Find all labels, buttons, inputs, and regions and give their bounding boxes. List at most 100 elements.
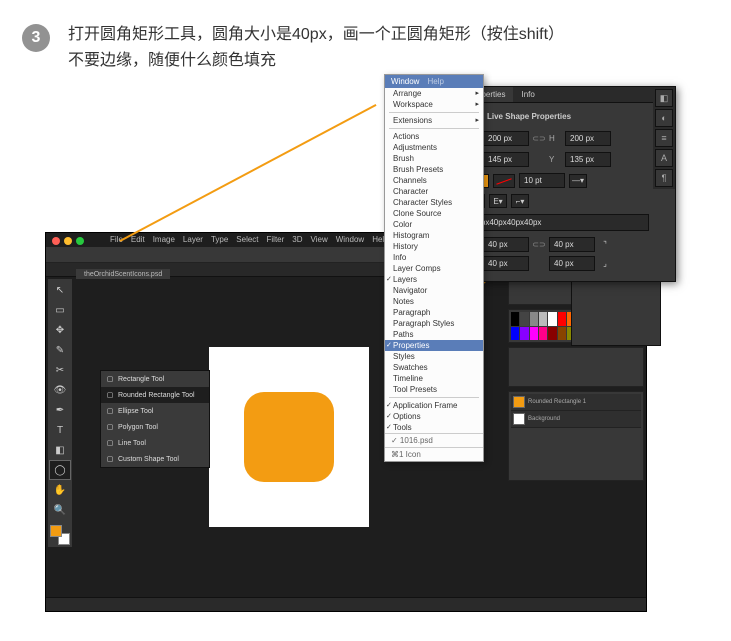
corner-tl-input[interactable]: 40 px bbox=[483, 237, 529, 252]
layers-panel[interactable]: Rounded Rectangle 1 Background bbox=[508, 391, 644, 481]
properties-mini-panel[interactable] bbox=[571, 276, 661, 346]
link-icon[interactable]: ⊂⊃ bbox=[533, 133, 545, 145]
menu-3d[interactable]: 3D bbox=[292, 235, 302, 245]
window-menu-item[interactable]: Notes bbox=[385, 296, 483, 307]
window-doc-item[interactable]: ✓ 1016.psd bbox=[391, 436, 433, 445]
window-menu-item[interactable]: Layer Comps bbox=[385, 263, 483, 274]
join-button[interactable]: ⌐▾ bbox=[511, 194, 529, 208]
zoom-icon[interactable] bbox=[76, 237, 84, 245]
layer-row[interactable]: Background bbox=[511, 411, 641, 428]
window-menu-item[interactable]: Paragraph Styles bbox=[385, 318, 483, 329]
window-controls[interactable] bbox=[52, 237, 84, 245]
flyout-item[interactable]: ▢Rectangle Tool bbox=[101, 371, 209, 387]
panel-icon[interactable]: ◧ bbox=[655, 89, 673, 107]
flyout-item[interactable]: ▢Ellipse Tool bbox=[101, 403, 209, 419]
minimize-icon[interactable] bbox=[64, 237, 72, 245]
x-input[interactable]: 145 px bbox=[483, 152, 529, 167]
tool-button[interactable]: ✎ bbox=[50, 341, 70, 359]
menu-type[interactable]: Type bbox=[211, 235, 228, 245]
stroke-width-input[interactable]: 10 pt bbox=[519, 173, 565, 188]
window-menu-item[interactable]: Channels bbox=[385, 175, 483, 186]
swatch[interactable] bbox=[511, 312, 519, 326]
window-menu-item[interactable]: Character bbox=[385, 186, 483, 197]
width-input[interactable]: 200 px bbox=[483, 131, 529, 146]
window-menu-item[interactable]: Extensions bbox=[385, 115, 483, 126]
window-menu-item[interactable]: Timeline bbox=[385, 373, 483, 384]
swatch[interactable] bbox=[539, 327, 547, 341]
tool-button[interactable]: ◯ bbox=[50, 461, 70, 479]
window-menu-item[interactable]: Tools bbox=[385, 422, 483, 433]
window-doc-item[interactable]: ⌘1 Icon bbox=[391, 450, 421, 459]
stroke-swatch[interactable] bbox=[493, 174, 515, 188]
tool-button[interactable]: ◧ bbox=[50, 441, 70, 459]
window-menu-footer[interactable]: ⌘1 Icon bbox=[385, 447, 483, 461]
swatch[interactable] bbox=[558, 327, 566, 341]
window-menu-label[interactable]: Window bbox=[391, 77, 419, 86]
tool-button[interactable]: 🔍 bbox=[50, 501, 70, 519]
swatch[interactable] bbox=[558, 312, 566, 326]
flyout-item[interactable]: ▢Line Tool bbox=[101, 435, 209, 451]
menu-view[interactable]: View bbox=[311, 235, 328, 245]
panel-icon[interactable]: A bbox=[655, 149, 673, 167]
menu-image[interactable]: Image bbox=[153, 235, 175, 245]
window-menu-item[interactable]: Character Styles bbox=[385, 197, 483, 208]
window-menu-item[interactable]: Clone Source bbox=[385, 208, 483, 219]
window-menu-item[interactable]: Histogram bbox=[385, 230, 483, 241]
swatch[interactable] bbox=[548, 327, 556, 341]
window-menu-item[interactable]: Properties bbox=[385, 340, 483, 351]
cap-button[interactable]: E▾ bbox=[489, 194, 507, 208]
window-menu-item[interactable]: Styles bbox=[385, 351, 483, 362]
tool-button[interactable]: ▭ bbox=[50, 301, 70, 319]
swatch[interactable] bbox=[548, 312, 556, 326]
window-menu-item[interactable]: Navigator bbox=[385, 285, 483, 296]
layer-row[interactable]: Rounded Rectangle 1 bbox=[511, 394, 641, 411]
window-menu-item[interactable]: History bbox=[385, 241, 483, 252]
swatch[interactable] bbox=[520, 327, 528, 341]
corner-br-input[interactable]: 40 px bbox=[549, 256, 595, 271]
swatch[interactable] bbox=[520, 312, 528, 326]
panel-icon[interactable]: ≡ bbox=[655, 129, 673, 147]
window-menu-item[interactable]: Paths bbox=[385, 329, 483, 340]
swatch[interactable] bbox=[530, 327, 538, 341]
menu-edit[interactable]: Edit bbox=[131, 235, 145, 245]
flyout-item[interactable]: ▢Custom Shape Tool bbox=[101, 451, 209, 467]
y-input[interactable]: 135 px bbox=[565, 152, 611, 167]
window-menu-item[interactable]: Options bbox=[385, 411, 483, 422]
window-menu-item[interactable]: Arrange bbox=[385, 88, 483, 99]
window-menu-item[interactable]: Brush bbox=[385, 153, 483, 164]
tool-button[interactable]: ✋ bbox=[50, 481, 70, 499]
close-icon[interactable] bbox=[52, 237, 60, 245]
flyout-item[interactable]: ▢Polygon Tool bbox=[101, 419, 209, 435]
window-menu-item[interactable]: Brush Presets bbox=[385, 164, 483, 175]
window-menu-item[interactable]: Tool Presets bbox=[385, 384, 483, 395]
menu-layer[interactable]: Layer bbox=[183, 235, 203, 245]
menu-select[interactable]: Select bbox=[236, 235, 258, 245]
window-menu-item[interactable]: Workspace bbox=[385, 99, 483, 110]
swatch[interactable] bbox=[539, 312, 547, 326]
tool-button[interactable]: ✂ bbox=[50, 361, 70, 379]
window-menu-item[interactable]: Color bbox=[385, 219, 483, 230]
height-input[interactable]: 200 px bbox=[565, 131, 611, 146]
panel-icon[interactable]: ◐ bbox=[655, 109, 673, 127]
corner-summary[interactable]: 40px40px40px40px bbox=[467, 214, 649, 231]
window-menu-item[interactable]: Paragraph bbox=[385, 307, 483, 318]
window-menu-item[interactable]: Swatches bbox=[385, 362, 483, 373]
tool-button[interactable]: ✒ bbox=[50, 401, 70, 419]
swatch[interactable] bbox=[530, 312, 538, 326]
stroke-type-dropdown[interactable]: —▾ bbox=[569, 174, 587, 188]
adjustments-panel[interactable] bbox=[508, 347, 644, 387]
panel-icon[interactable]: ¶ bbox=[655, 169, 673, 187]
color-fg-bg[interactable] bbox=[50, 525, 70, 545]
window-menu-item[interactable]: Application Frame bbox=[385, 400, 483, 411]
info-tab[interactable]: Info bbox=[513, 87, 542, 102]
corner-tr-input[interactable]: 40 px bbox=[549, 237, 595, 252]
tool-button[interactable]: 👁 bbox=[50, 381, 70, 399]
window-menu-item[interactable]: Actions bbox=[385, 131, 483, 142]
tool-button[interactable]: ↖ bbox=[50, 281, 70, 299]
menu-filter[interactable]: Filter bbox=[267, 235, 285, 245]
swatch[interactable] bbox=[511, 327, 519, 341]
window-menu-item[interactable]: Info bbox=[385, 252, 483, 263]
flyout-item[interactable]: ▢Rounded Rectangle Tool bbox=[101, 387, 209, 403]
rounded-rectangle-shape[interactable] bbox=[244, 392, 334, 482]
window-menu-footer[interactable]: ✓ 1016.psd bbox=[385, 433, 483, 447]
